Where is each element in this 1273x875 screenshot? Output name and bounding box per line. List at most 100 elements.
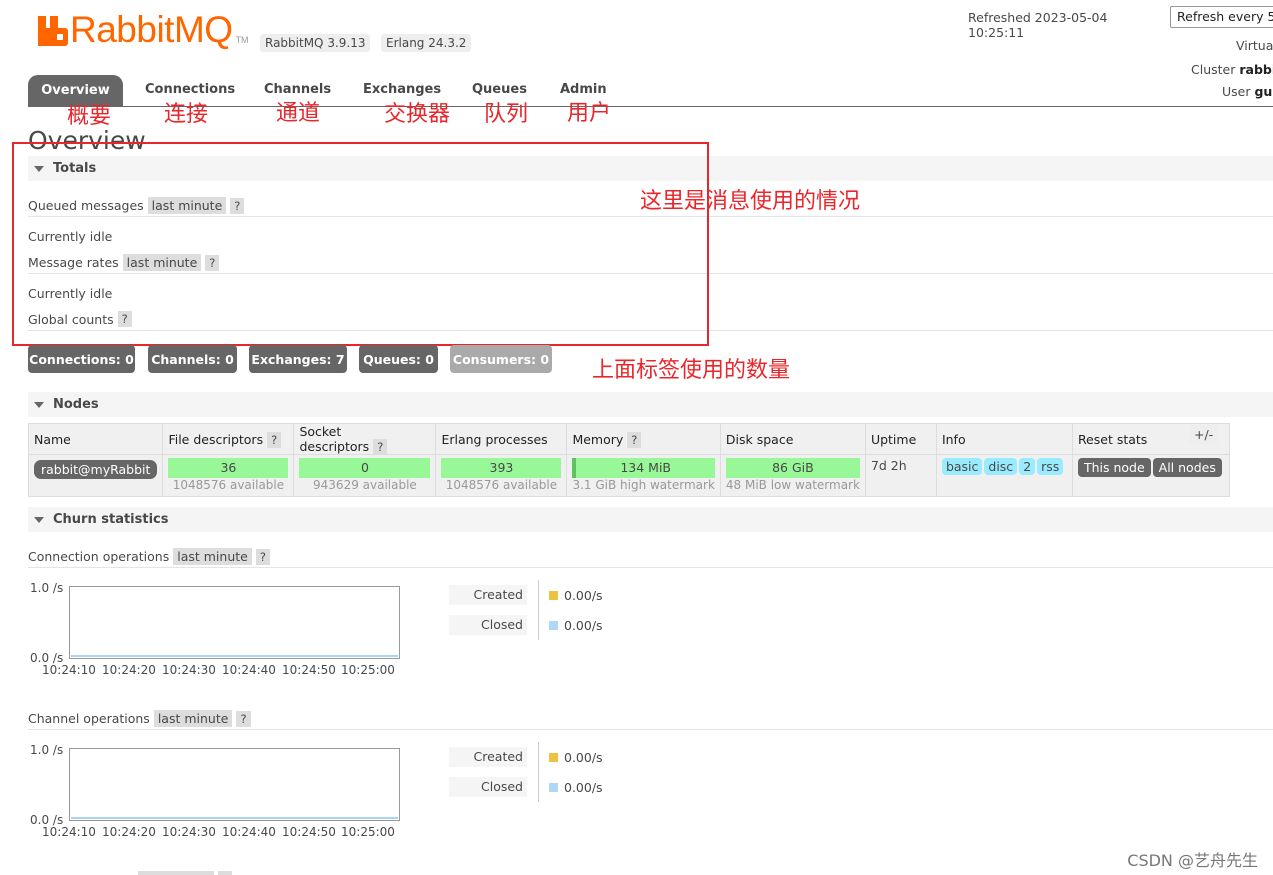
legend-divider xyxy=(538,580,539,640)
rabbitmq-version-badge: RabbitMQ 3.9.13 xyxy=(260,34,371,52)
legend-closed-swatch xyxy=(549,783,558,792)
connection-operations-chart xyxy=(69,586,400,659)
socket-descriptors-help-button[interactable]: ? xyxy=(373,439,388,455)
col-info: Info xyxy=(935,423,1073,455)
logo-trademark: TM xyxy=(235,35,249,45)
channels-count-button[interactable]: Channels: 0 xyxy=(148,345,237,373)
chart-x-tick: 10:24:40 xyxy=(222,825,276,839)
channel-operations-help-button[interactable]: ? xyxy=(236,710,251,727)
next-range-button-partial[interactable] xyxy=(138,871,214,875)
annotation-connections: 连接 xyxy=(164,102,209,127)
legend-closed-button[interactable]: Closed xyxy=(449,615,527,635)
chart-x-tick: 10:24:10 xyxy=(42,663,96,677)
user-label: User xyxy=(1222,84,1251,99)
annotation-exchanges: 交换器 xyxy=(384,102,451,127)
virtual-host-label: Virtua xyxy=(1236,38,1273,53)
col-file-descriptors: File descriptors? xyxy=(162,423,295,455)
info-tag-count: 2 xyxy=(1019,458,1036,475)
legend-created-swatch xyxy=(549,591,558,600)
csdn-watermark: CSDN @艺舟先生 xyxy=(1127,851,1258,870)
memory-help-button[interactable]: ? xyxy=(627,431,642,448)
consumers-count-button[interactable]: Consumers: 0 xyxy=(450,345,552,373)
user-name: gu xyxy=(1254,84,1273,99)
nodes-section-header[interactable]: Nodes xyxy=(28,392,1273,417)
table-header-row: Name File descriptors? Socket descriptor… xyxy=(27,423,1230,455)
chart-x-tick: 10:24:10 xyxy=(42,825,96,839)
queues-count-button[interactable]: Queues: 0 xyxy=(359,345,438,373)
disk-watermark: 48 MiB low watermark xyxy=(725,478,860,492)
legend-created-button[interactable]: Created xyxy=(449,585,527,605)
collapse-triangle-icon xyxy=(34,401,44,408)
annotation-admin: 用户 xyxy=(567,101,612,126)
reset-stats-cell: This node All nodes xyxy=(1071,454,1230,497)
reset-this-node-button[interactable]: This node xyxy=(1077,458,1151,477)
erlang-processes-bar: 393 xyxy=(441,458,562,478)
next-help-button-partial[interactable] xyxy=(218,871,232,875)
nodes-table: Name File descriptors? Socket descriptor… xyxy=(27,423,1230,497)
chart-x-tick: 10:24:30 xyxy=(162,825,216,839)
col-disk-space: Disk space xyxy=(719,423,866,455)
erlang-version-badge: Erlang 24.3.2 xyxy=(381,34,472,52)
info-cell: basic disc 2 rss xyxy=(935,454,1073,497)
channel-operations-range-button[interactable]: last minute xyxy=(153,710,233,727)
uptime-cell: 7d 2h xyxy=(864,454,937,497)
connection-operations-range-button[interactable]: last minute xyxy=(173,548,252,565)
tabs-divider xyxy=(28,106,1273,107)
annotation-totals-note: 这里是消息使用的情况 xyxy=(640,189,861,214)
col-uptime: Uptime xyxy=(864,423,937,455)
tab-connections[interactable]: Connections xyxy=(145,82,235,97)
node-name-link[interactable]: rabbit@myRabbit xyxy=(34,460,158,479)
toggle-columns-button[interactable]: +/- xyxy=(1189,425,1219,444)
churn-section-header[interactable]: Churn statistics xyxy=(28,507,1273,532)
logo-wordmark: RabbitMQ xyxy=(70,9,233,50)
chart-x-tick: 10:25:00 xyxy=(341,663,395,677)
file-descriptors-cell: 36 1048576 available xyxy=(162,454,295,497)
connection-operations-help-button[interactable]: ? xyxy=(255,548,270,565)
rabbit-logo-icon xyxy=(38,16,68,46)
annotation-channels: 通道 xyxy=(276,101,321,126)
uptime-value: 7d 2h xyxy=(870,458,907,473)
annotation-highlight-box xyxy=(12,142,709,346)
cluster-name: rabbi xyxy=(1239,62,1273,77)
legend-closed-value: 0.00/s xyxy=(564,780,603,795)
collapse-triangle-icon xyxy=(34,516,44,523)
chart-x-tick: 10:24:50 xyxy=(282,825,336,839)
chart-y-top-label: 1.0 /s xyxy=(30,743,64,757)
chart-x-tick: 10:24:20 xyxy=(102,825,156,839)
file-descriptors-help-button[interactable]: ? xyxy=(267,431,282,448)
chart-series-line xyxy=(71,817,398,819)
chart-y-top-label: 1.0 /s xyxy=(30,581,64,595)
table-row: rabbit@myRabbit 36 1048576 available 0 9… xyxy=(27,454,1230,497)
legend-closed-swatch xyxy=(549,621,558,630)
disk-space-cell: 86 GiB 48 MiB low watermark xyxy=(719,454,866,497)
reset-all-nodes-button[interactable]: All nodes xyxy=(1152,458,1222,477)
socket-descriptors-bar: 0 xyxy=(299,458,431,478)
connections-count-button[interactable]: Connections: 0 xyxy=(28,345,135,373)
legend-created-button[interactable]: Created xyxy=(449,747,527,767)
nodes-title: Nodes xyxy=(53,397,99,412)
divider xyxy=(28,567,1273,568)
user-info: User gu xyxy=(1222,84,1272,99)
refresh-interval-select[interactable]: Refresh every 5 xyxy=(1170,6,1273,28)
col-socket-descriptors-label: Socket descriptors xyxy=(299,424,370,454)
chart-series-line xyxy=(71,655,398,657)
exchanges-count-button[interactable]: Exchanges: 7 xyxy=(249,345,347,373)
col-memory-label: Memory xyxy=(572,431,624,447)
file-descriptors-available: 1048576 available xyxy=(172,478,285,492)
legend-closed-value: 0.00/s xyxy=(564,618,603,633)
rabbitmq-logo[interactable]: RabbitMQ TM xyxy=(38,9,249,50)
erlang-processes-cell: 393 1048576 available xyxy=(435,454,568,497)
memory-watermark: 3.1 GiB high watermark xyxy=(572,478,715,492)
erlang-processes-available: 1048576 available xyxy=(445,478,558,492)
tab-exchanges[interactable]: Exchanges xyxy=(363,82,441,97)
tab-overview-label: Overview xyxy=(41,83,110,98)
channel-operations-row: Channel operations last minute ? xyxy=(28,710,251,727)
legend-closed-button[interactable]: Closed xyxy=(449,777,527,797)
channel-operations-chart xyxy=(69,748,400,821)
disk-space-bar: 86 GiB xyxy=(725,458,860,478)
connection-operations-label: Connection operations xyxy=(28,549,170,564)
file-descriptors-bar: 36 xyxy=(168,458,289,478)
col-name: Name xyxy=(27,423,164,455)
legend-divider xyxy=(538,742,539,802)
tab-queues[interactable]: Queues xyxy=(472,82,527,97)
